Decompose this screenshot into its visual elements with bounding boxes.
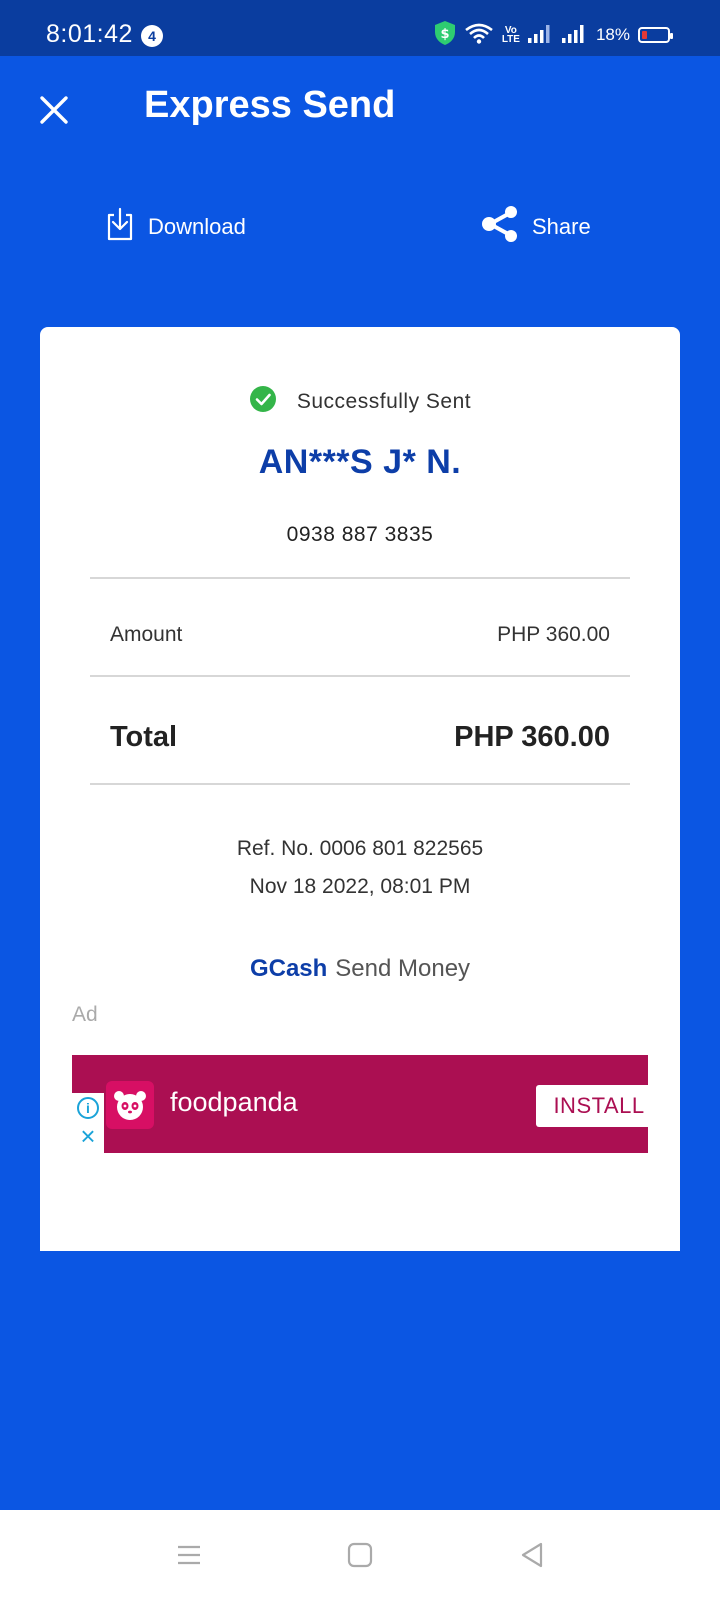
- status-line: Successfully Sent: [40, 385, 680, 419]
- navigation-bar: [0, 1510, 720, 1600]
- foodpanda-logo-icon: [106, 1081, 154, 1129]
- install-button[interactable]: INSTALL: [536, 1085, 662, 1127]
- close-icon: [34, 96, 74, 134]
- close-ad-icon[interactable]: ×: [77, 1123, 99, 1149]
- ad-banner[interactable]: i × foodpanda INSTALL: [72, 1055, 662, 1153]
- share-button[interactable]: Share: [480, 205, 591, 249]
- svg-text:$: $: [440, 27, 449, 42]
- page-title: Express Send: [144, 84, 396, 126]
- close-button[interactable]: [34, 90, 74, 130]
- shield-dollar-icon: $: [434, 20, 456, 51]
- download-label: Download: [148, 214, 246, 239]
- receipt-torn-edge: [40, 1232, 680, 1244]
- notification-count-badge: 4: [141, 25, 163, 47]
- wifi-icon: [464, 22, 494, 49]
- info-icon[interactable]: i: [77, 1097, 99, 1119]
- divider: [90, 783, 630, 785]
- divider: [90, 675, 630, 677]
- reference-number: Ref. No. 0006 801 822565: [236, 837, 484, 860]
- total-value: PHP 360.00: [454, 721, 610, 753]
- status-text: Successfully Sent: [296, 390, 472, 413]
- download-icon: [104, 207, 136, 247]
- recipient-number: 0938 887 3835: [286, 523, 434, 546]
- amount-label: Amount: [110, 623, 183, 646]
- total-label: Total: [110, 721, 178, 753]
- battery-level: [642, 31, 647, 39]
- signal-icon: [527, 23, 554, 48]
- transaction-datetime: Nov 18 2022, 08:01 PM: [249, 875, 471, 898]
- amount-value: PHP 360.00: [497, 623, 610, 646]
- ad-choices[interactable]: i ×: [72, 1093, 104, 1153]
- brand-footer: GCash Send Money: [40, 955, 680, 983]
- download-button[interactable]: Download: [104, 205, 246, 249]
- battery-percent: 18%: [595, 25, 630, 44]
- check-circle-icon: [249, 385, 277, 419]
- ad-advertiser: foodpanda: [170, 1087, 298, 1117]
- gcash-logo-text: GCash: [249, 955, 328, 982]
- signal-icon: [561, 23, 588, 48]
- status-icons: $ Vo LTE 18%: [434, 20, 673, 51]
- service-name: Send Money: [335, 955, 471, 982]
- menu-icon[interactable]: [172, 1538, 206, 1572]
- share-icon: [480, 204, 520, 250]
- volte-icon: Vo LTE: [501, 25, 520, 45]
- back-icon[interactable]: [515, 1538, 549, 1572]
- battery-icon: [638, 27, 673, 43]
- divider: [90, 577, 630, 579]
- status-bar: 8:01:42 4 $ Vo LTE 18%: [0, 0, 720, 56]
- home-icon[interactable]: [343, 1538, 377, 1572]
- status-time: 8:01:42: [46, 20, 133, 48]
- recipient-name: AN***S J* N.: [258, 443, 462, 481]
- receipt-card: Successfully Sent AN***S J* N. 0938 887 …: [40, 327, 680, 1251]
- share-label: Share: [532, 214, 591, 239]
- ad-label: Ad: [72, 1003, 98, 1026]
